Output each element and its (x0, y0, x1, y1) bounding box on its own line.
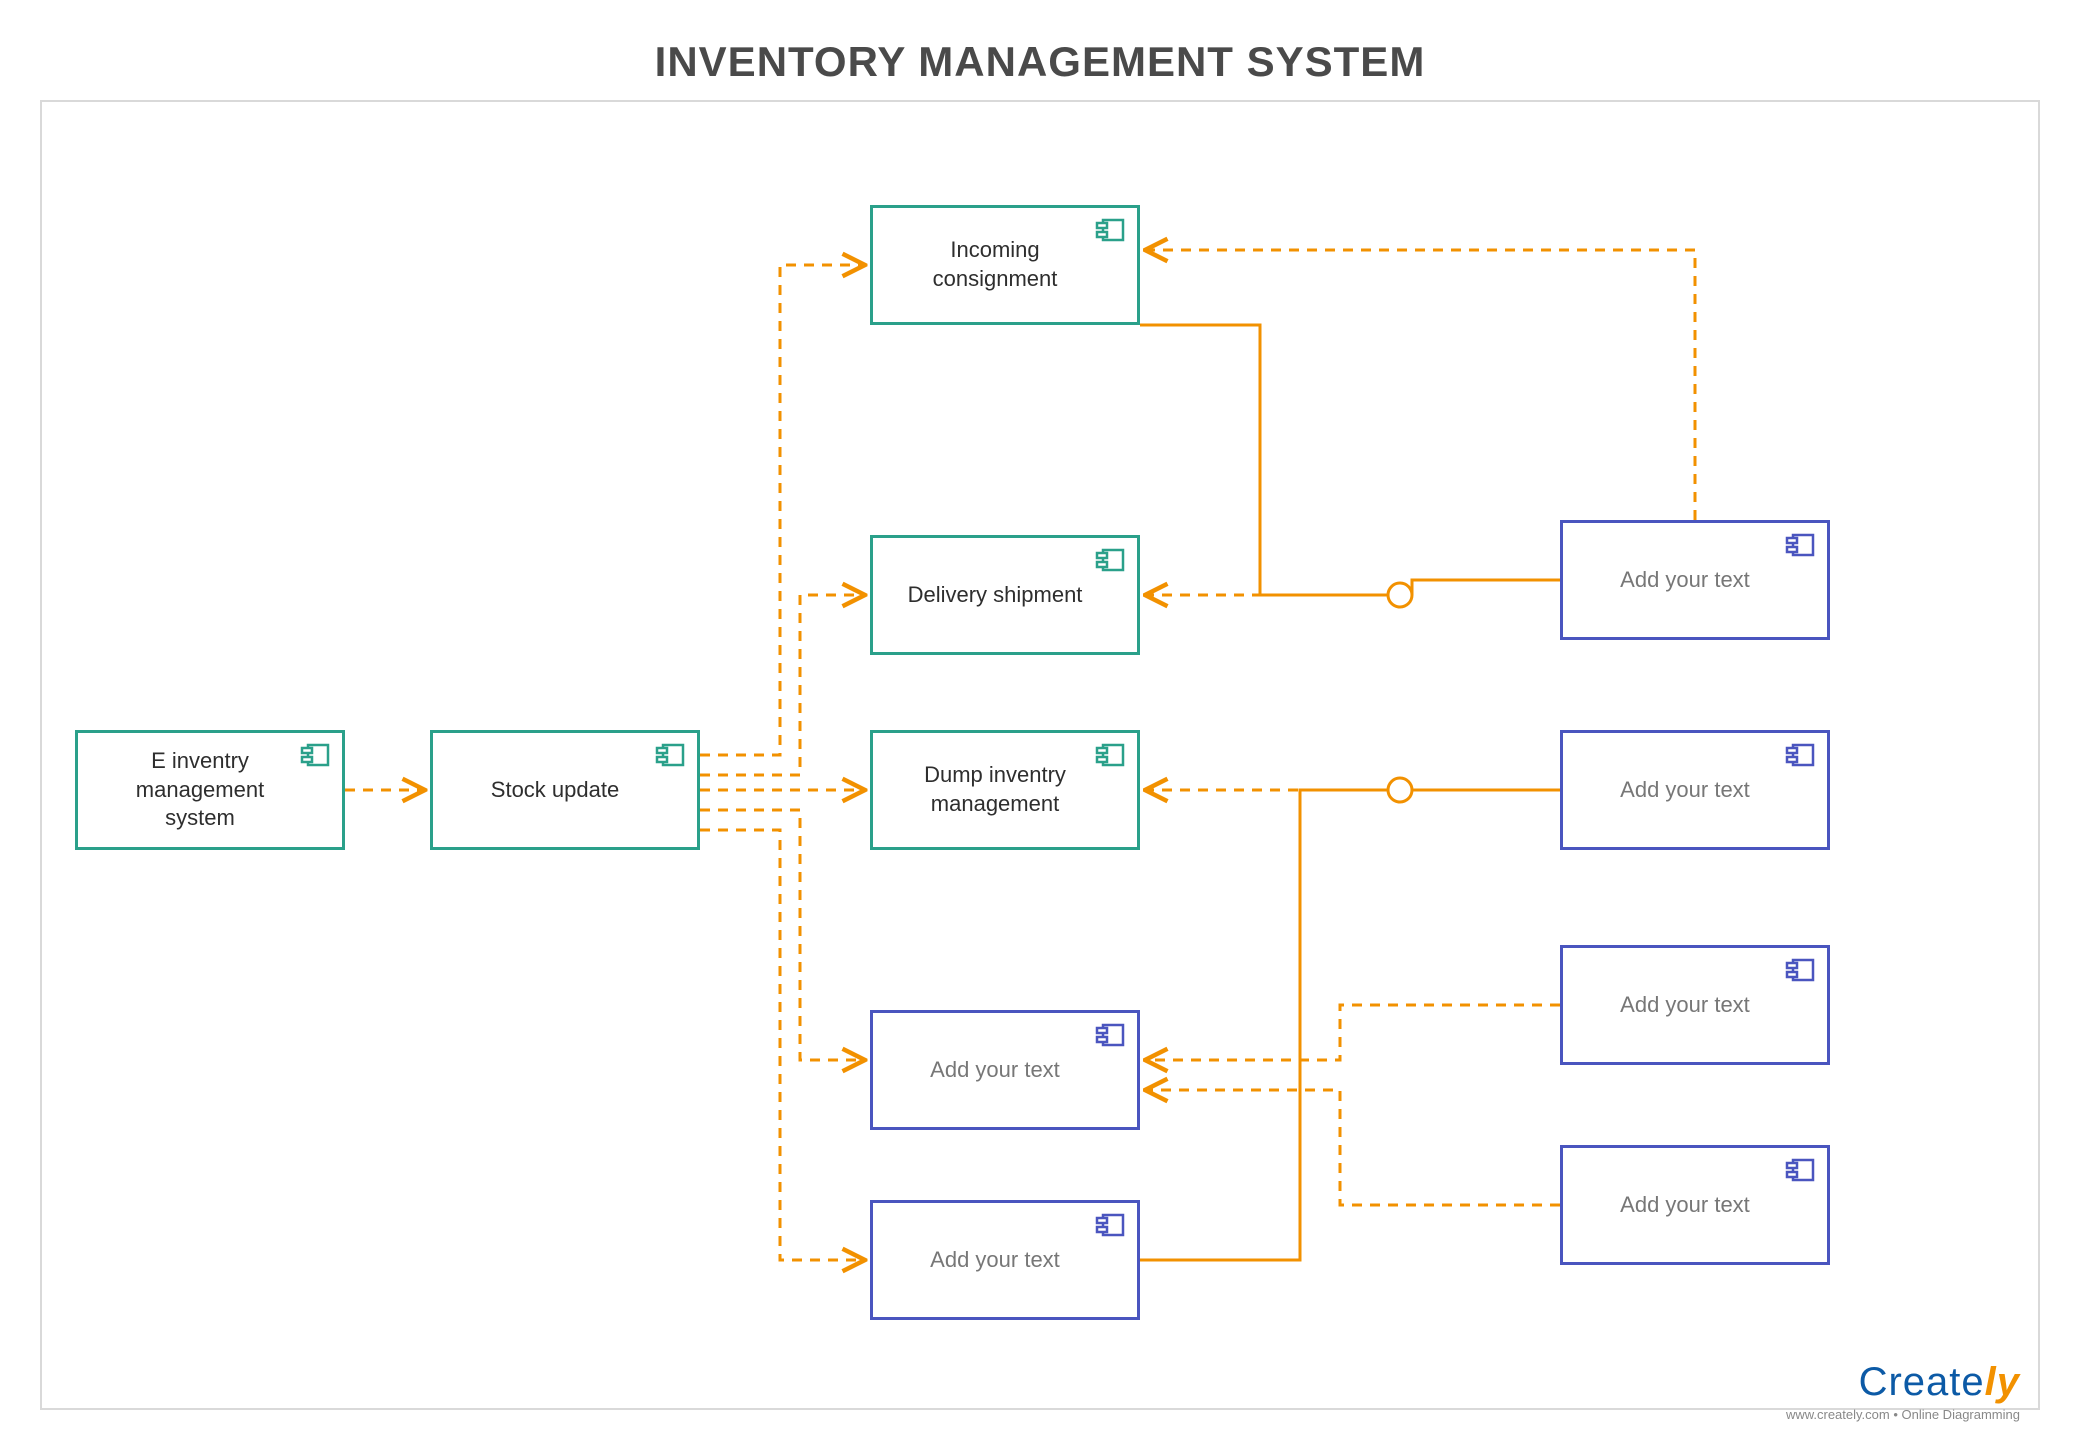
diagram-canvas: INVENTORY MANAGEMENT SYSTEM (0, 0, 2080, 1450)
component-r_add1[interactable]: Add your text (1560, 520, 1830, 640)
component-label: Dump inventry management (924, 761, 1066, 818)
component-incoming[interactable]: Incoming consignment (870, 205, 1140, 325)
component-m_add1[interactable]: Add your text (870, 1010, 1140, 1130)
component-label: Add your text (1620, 776, 1750, 805)
component-label: Delivery shipment (908, 581, 1083, 610)
component-icon (1095, 218, 1125, 242)
component-icon (1785, 1158, 1815, 1182)
component-icon (1095, 1023, 1125, 1047)
component-label: Stock update (491, 776, 619, 805)
component-icon (300, 743, 330, 767)
component-label: Add your text (1620, 566, 1750, 595)
component-icon (655, 743, 685, 767)
component-label: E inventry management system (98, 747, 302, 833)
branding-footer: Creately www.creately.com • Online Diagr… (1786, 1360, 2020, 1422)
component-label: Add your text (930, 1056, 1060, 1085)
brand-tagline: www.creately.com • Online Diagramming (1786, 1407, 2020, 1422)
component-delivery[interactable]: Delivery shipment (870, 535, 1140, 655)
component-e_inventory[interactable]: E inventry management system (75, 730, 345, 850)
brand-accent: ly (1985, 1360, 2020, 1404)
component-label: Add your text (930, 1246, 1060, 1275)
component-m_add2[interactable]: Add your text (870, 1200, 1140, 1320)
component-label: Add your text (1620, 1191, 1750, 1220)
component-dump[interactable]: Dump inventry management (870, 730, 1140, 850)
component-r_add4[interactable]: Add your text (1560, 1145, 1830, 1265)
diagram-title: INVENTORY MANAGEMENT SYSTEM (0, 38, 2080, 86)
component-icon (1785, 958, 1815, 982)
component-label: Incoming consignment (933, 236, 1058, 293)
component-icon (1785, 533, 1815, 557)
component-icon (1785, 743, 1815, 767)
component-icon (1095, 743, 1125, 767)
component-icon (1095, 1213, 1125, 1237)
component-stock_update[interactable]: Stock update (430, 730, 700, 850)
component-icon (1095, 548, 1125, 572)
brand-main: Create (1859, 1360, 1985, 1404)
brand-logo: Creately (1786, 1360, 2020, 1405)
component-label: Add your text (1620, 991, 1750, 1020)
component-r_add2[interactable]: Add your text (1560, 730, 1830, 850)
component-r_add3[interactable]: Add your text (1560, 945, 1830, 1065)
